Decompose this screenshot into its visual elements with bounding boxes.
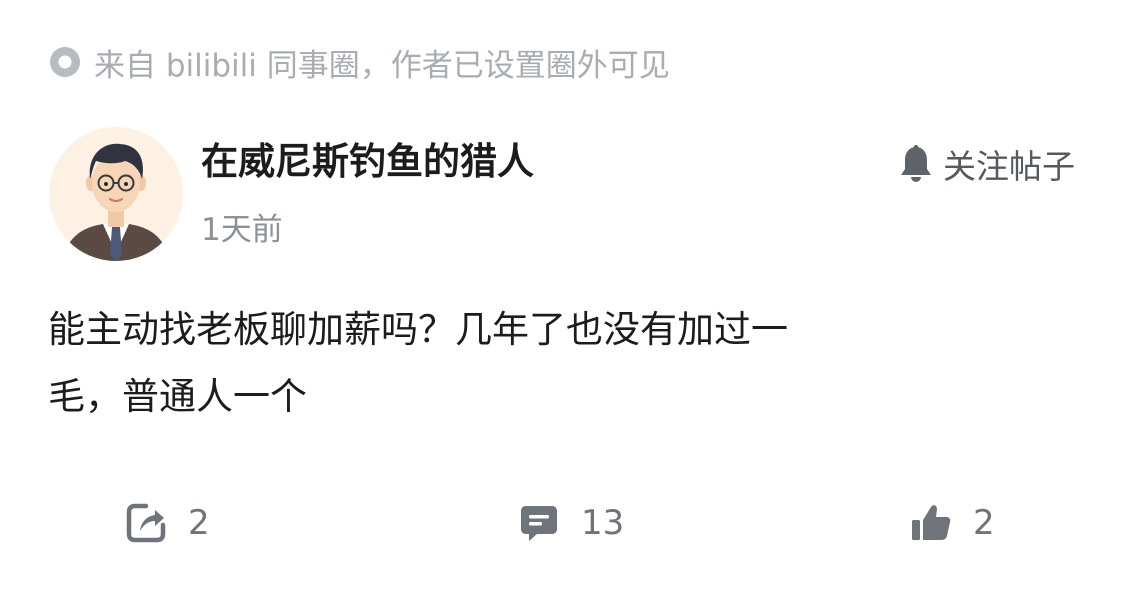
post-content[interactable]: 能主动找老板聊加薪吗？几年了也没有加过一 毛，普通人一个 [48, 296, 1048, 430]
cartoon-man-with-glasses-avatar [49, 127, 183, 261]
like-button[interactable]: 2 [909, 495, 995, 551]
source-text: 来自 bilibili 同事圈，作者已设置圈外可见 [94, 47, 670, 84]
share-count: 2 [188, 503, 210, 543]
thumbs-up-icon [912, 505, 951, 540]
post-text-line-2: 毛，普通人一个 [48, 375, 307, 418]
comment-count: 13 [581, 503, 625, 543]
comment-button[interactable]: 13 [517, 495, 624, 551]
follow-post-button[interactable]: 关注帖子 [897, 142, 1075, 186]
source-notice: 来自 bilibili 同事圈，作者已设置圈外可见 [48, 42, 670, 84]
bell-icon [901, 145, 931, 182]
share-icon [126, 503, 166, 543]
author-name[interactable]: 在威尼斯钓鱼的猎人 [201, 139, 534, 185]
comment-icon [521, 506, 557, 541]
post-time: 1天前 [201, 212, 283, 248]
follow-post-label: 关注帖子 [943, 147, 1075, 186]
share-button[interactable]: 2 [124, 495, 210, 551]
avatar[interactable] [49, 127, 183, 261]
like-count: 2 [973, 503, 995, 543]
circle-dot-icon [50, 47, 80, 77]
action-bar: 2 13 2 [0, 495, 1125, 551]
post-text-line-1: 能主动找老板聊加薪吗？几年了也没有加过一 [48, 308, 788, 351]
